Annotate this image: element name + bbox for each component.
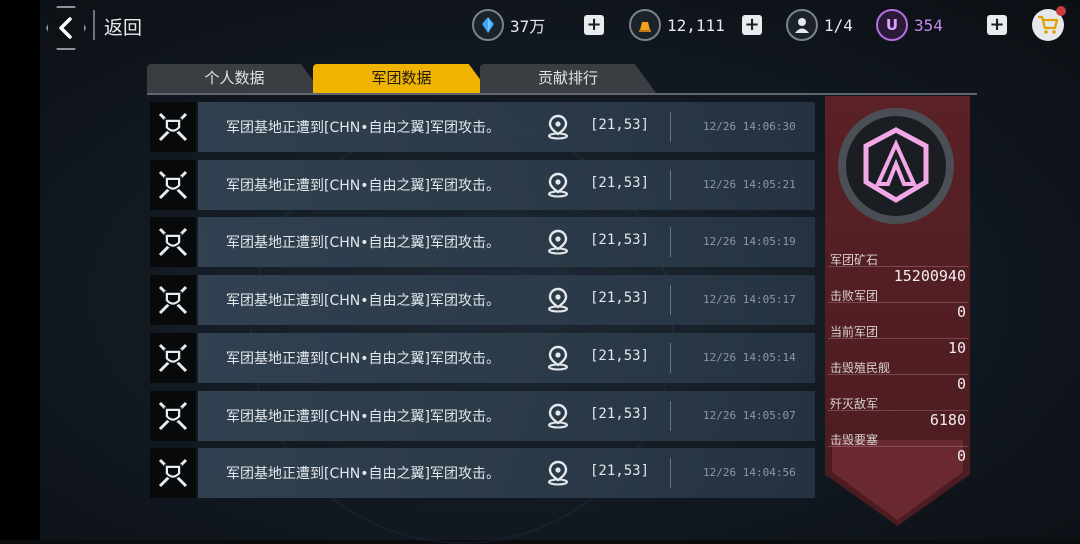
location-pin-icon[interactable] [546, 229, 570, 255]
crossed-swords-shield-icon [150, 275, 196, 326]
stat-divider [828, 302, 968, 303]
stat-value: 10 [947, 339, 966, 357]
cart-icon [1038, 15, 1059, 34]
record-coordinates[interactable]: [21,53] [590, 117, 649, 133]
record-row[interactable]: 军团基地正遭到[CHN•自由之翼]军团攻击。 [21,53] 12/26 14:06… [150, 102, 815, 152]
record-body: 军团基地正遭到[CHN•自由之翼]军团攻击。 [21,53] 12/26 14:05… [198, 159, 815, 210]
u-coin-resource: U 354 [876, 9, 943, 41]
stat-value: 0 [956, 447, 966, 465]
record-divider [670, 227, 671, 258]
record-coordinates[interactable]: [21,53] [590, 348, 649, 364]
gold-bar-icon [629, 9, 661, 41]
record-divider [670, 285, 671, 316]
record-body: 军团基地正遭到[CHN•自由之翼]军团攻击。 [21,53] 12/26 14:04… [198, 448, 815, 499]
record-row[interactable]: 军团基地正遭到[CHN•自由之翼]军团攻击。 [21,53] 12/26 14:05… [150, 159, 815, 210]
record-divider [670, 169, 671, 200]
shop-button[interactable] [1032, 6, 1066, 41]
record-row[interactable]: 军团基地正遭到[CHN•自由之翼]军团攻击。 [21,53] 12/26 14:05… [150, 332, 815, 383]
crossed-swords-shield-icon [150, 390, 196, 441]
pilot-resource: 1/4 [786, 9, 853, 41]
screen-edge [0, 0, 40, 540]
record-coordinates[interactable]: [21,53] [590, 175, 649, 191]
stat-value: 0 [956, 375, 966, 393]
record-timestamp: 12/26 14:06:30 [703, 120, 796, 133]
record-timestamp: 12/26 14:05:14 [703, 350, 796, 364]
record-message: 军团基地正遭到[CHN•自由之翼]军团攻击。 [226, 177, 500, 194]
record-body: 军团基地正遭到[CHN•自由之翼]军团攻击。 [21,53] 12/26 14:05… [198, 275, 815, 326]
record-timestamp: 12/26 14:04:56 [703, 466, 796, 480]
location-pin-icon[interactable] [546, 114, 570, 140]
record-divider [670, 458, 671, 489]
record-body: 军团基地正遭到[CHN•自由之翼]军团攻击。 [21,53] 12/26 14:06… [198, 102, 815, 152]
record-message: 军团基地正遭到[CHN•自由之翼]军团攻击。 [226, 408, 500, 425]
record-timestamp: 12/26 14:05:19 [703, 235, 796, 249]
record-coordinates[interactable]: [21,53] [590, 463, 649, 479]
chevron-left-icon [59, 17, 72, 39]
crystal-resource: 37万 [472, 9, 545, 41]
crossed-swords-shield-icon [150, 448, 196, 499]
record-row[interactable]: 军团基地正遭到[CHN•自由之翼]军团攻击。 [21,53] 12/26 14:05… [150, 390, 815, 441]
record-coordinates[interactable]: [21,53] [590, 290, 649, 306]
location-pin-icon[interactable] [546, 287, 570, 313]
crossed-swords-shield-icon [150, 159, 196, 210]
location-pin-icon[interactable] [546, 403, 570, 429]
record-row[interactable]: 军团基地正遭到[CHN•自由之翼]军团攻击。 [21,53] 12/26 14:05… [150, 217, 815, 268]
add-u-coin-button[interactable]: + [987, 15, 1007, 35]
record-coordinates[interactable]: [21,53] [590, 232, 649, 248]
record-timestamp: 12/26 14:05:07 [703, 408, 796, 422]
record-timestamp: 12/26 14:05:21 [703, 177, 796, 191]
crystal-value: 37万 [510, 17, 546, 36]
pilot-icon [786, 9, 818, 41]
tab-legion-data[interactable]: 军团数据 [313, 64, 490, 93]
stat-divider [828, 374, 968, 375]
add-crystal-button[interactable]: + [584, 15, 604, 35]
tab-contribution-ranking[interactable]: 贡献排行 [480, 64, 656, 93]
record-message: 军团基地正遭到[CHN•自由之翼]军团攻击。 [226, 120, 500, 136]
notification-dot [1056, 6, 1066, 16]
tab-personal-data[interactable]: 个人数据 [147, 64, 322, 93]
record-body: 军团基地正遭到[CHN•自由之翼]军团攻击。 [21,53] 12/26 14:05… [198, 390, 815, 441]
legion-emblem [838, 108, 954, 224]
tab-underline [147, 93, 977, 95]
header-divider [93, 10, 95, 40]
gold-resource: 12,111 [629, 9, 725, 41]
record-row[interactable]: 军团基地正遭到[CHN•自由之翼]军团攻击。 [21,53] 12/26 14:05… [150, 275, 815, 326]
crystal-icon [472, 9, 504, 41]
record-body: 军团基地正遭到[CHN•自由之翼]军团攻击。 [21,53] 12/26 14:05… [198, 332, 815, 383]
record-coordinates[interactable]: [21,53] [590, 406, 649, 422]
record-message: 军团基地正遭到[CHN•自由之翼]军团攻击。 [226, 466, 500, 483]
stat-value: 0 [956, 303, 966, 321]
stat-divider [828, 446, 968, 447]
legion-emblem-icon [863, 127, 929, 203]
back-label[interactable]: 返回 [104, 13, 142, 40]
crossed-swords-shield-icon [150, 332, 196, 383]
record-row[interactable]: 军团基地正遭到[CHN•自由之翼]军团攻击。 [21,53] 12/26 14:04… [150, 448, 815, 499]
crossed-swords-shield-icon [150, 102, 196, 152]
location-pin-icon[interactable] [546, 345, 570, 371]
record-message: 军团基地正遭到[CHN•自由之翼]军团攻击。 [226, 293, 500, 310]
record-divider [670, 112, 671, 142]
add-gold-button[interactable]: + [742, 15, 762, 35]
record-message: 军团基地正遭到[CHN•自由之翼]军团攻击。 [226, 235, 500, 252]
location-pin-icon[interactable] [546, 460, 570, 486]
stat-value: 15200940 [893, 267, 966, 285]
record-divider [670, 400, 671, 431]
u-coin-value: 354 [914, 15, 943, 35]
record-message: 军团基地正遭到[CHN•自由之翼]军团攻击。 [226, 350, 500, 367]
u-coin-icon: U [876, 9, 908, 41]
location-pin-icon[interactable] [546, 172, 570, 198]
record-timestamp: 12/26 14:05:17 [703, 293, 796, 307]
stat-value: 6180 [929, 411, 966, 429]
record-divider [670, 342, 671, 373]
record-body: 军团基地正遭到[CHN•自由之翼]军团攻击。 [21,53] 12/26 14:05… [198, 217, 815, 268]
gold-value: 12,111 [667, 15, 725, 35]
pilot-value: 1/4 [824, 15, 853, 35]
crossed-swords-shield-icon [150, 217, 196, 268]
